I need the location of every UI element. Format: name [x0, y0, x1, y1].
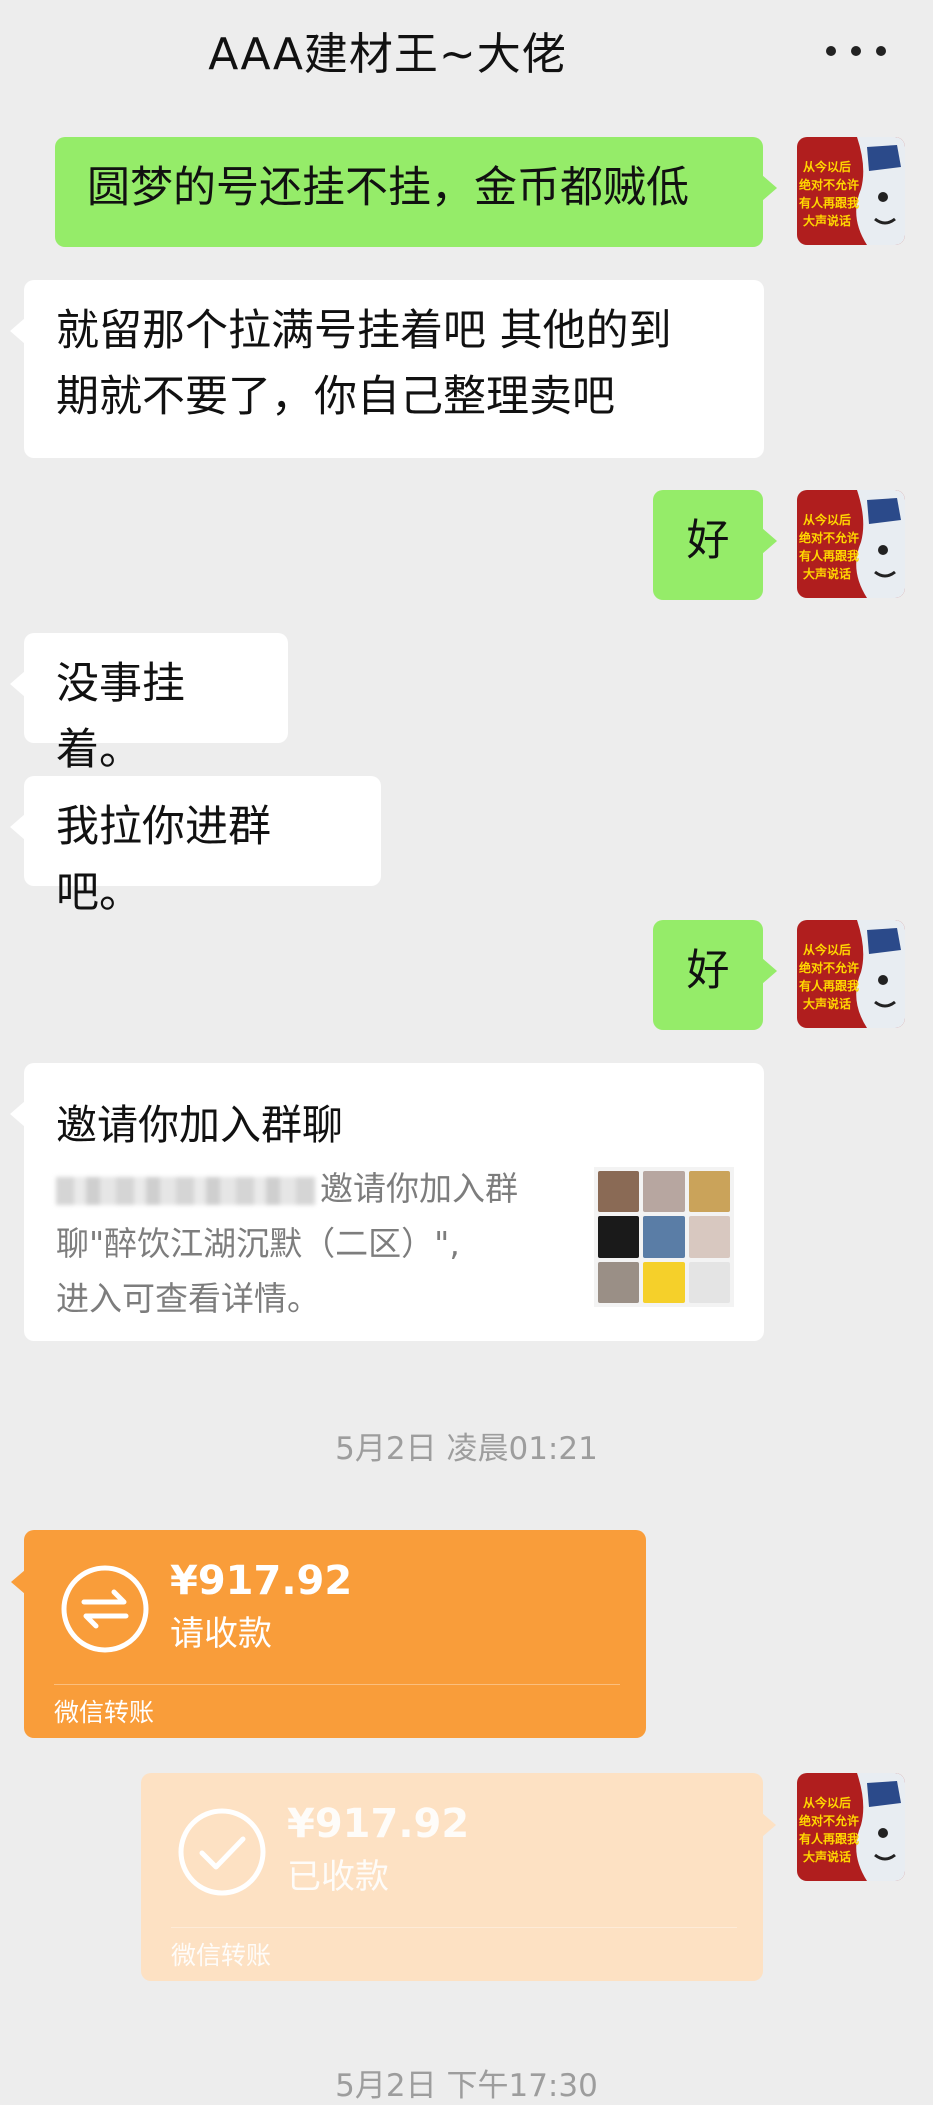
cartoon-avatar-icon: 从今以后 绝对不允许 有人再跟我 大声说话: [797, 490, 905, 598]
message-text: 圆梦的号还挂不挂，金币都贼低: [87, 163, 689, 213]
transfer-status: 请收款: [170, 1614, 272, 1654]
avatar-self[interactable]: 从今以后 绝对不允许 有人再跟我 大声说话: [797, 490, 905, 598]
transfer-status: 已收款: [287, 1857, 389, 1897]
transfer-arrows-icon: [61, 1565, 149, 1653]
timestamp: 5月2日 下午17:30: [335, 2068, 598, 2104]
avatar-caption-line: 绝对不允许: [799, 530, 859, 545]
divider: [54, 1684, 620, 1685]
chat-title: AAA建材王~大佬: [208, 29, 567, 80]
transfer-footer: 微信转账: [54, 1698, 155, 1727]
avatar-caption-line: 大声说话: [803, 566, 851, 581]
avatar-caption-line: 从今以后: [803, 512, 851, 527]
blurred-inviter-name: [56, 1176, 316, 1205]
avatar-caption-line: 从今以后: [803, 1795, 851, 1810]
avatar-caption-line: 从今以后: [803, 159, 851, 174]
message-bubble-received[interactable]: 我拉你进群吧。: [10, 776, 381, 918]
message-text: 好: [686, 516, 730, 566]
avatar-caption-line: 有人再跟我: [799, 978, 859, 993]
transfer-amount: ¥917.92: [287, 1801, 470, 1847]
message-bubble-received[interactable]: 就留那个拉满号挂着吧 其他的到 期就不要了，你自己整理卖吧: [10, 280, 764, 458]
message-text-line: 就留那个拉满号挂着吧 其他的到: [56, 306, 672, 356]
avatar-caption-line: 从今以后: [803, 942, 851, 957]
avatar-caption-line: 有人再跟我: [799, 548, 859, 563]
message-text: 好: [686, 946, 730, 996]
divider: [171, 1927, 737, 1928]
avatar-caption-line: 绝对不允许: [799, 1813, 859, 1828]
message-bubble-received[interactable]: 没事挂着。: [10, 633, 288, 775]
invite-title: 邀请你加入群聊: [56, 1101, 343, 1149]
avatar-self[interactable]: 从今以后 绝对不允许 有人再跟我 大声说话: [797, 137, 905, 245]
more-dots-icon[interactable]: [826, 44, 886, 58]
message-text: 我拉你进群吧。: [56, 802, 271, 918]
group-invite-card[interactable]: 邀请你加入群聊 邀请你加入群 聊"醉饮江湖沉默（二区）", 进入可查看详情。: [10, 1063, 764, 1341]
message-bubble-sent[interactable]: 好: [653, 490, 777, 600]
message-text-line: 期就不要了，你自己整理卖吧: [56, 372, 615, 422]
group-avatar-grid-icon: [594, 1167, 734, 1307]
cartoon-avatar-icon: 从今以后 绝对不允许 有人再跟我 大声说话: [797, 920, 905, 1028]
cartoon-avatar-icon: 从今以后 绝对不允许 有人再跟我 大声说话: [797, 137, 905, 245]
transfer-amount: ¥917.92: [170, 1558, 353, 1604]
transfer-card-received[interactable]: ¥917.92 已收款 微信转账: [141, 1773, 776, 1981]
avatar-caption-line: 大声说话: [803, 213, 851, 228]
avatar-self[interactable]: 从今以后 绝对不允许 有人再跟我 大声说话: [797, 920, 905, 1028]
avatar-caption-line: 有人再跟我: [799, 1831, 859, 1846]
checkmark-icon: [178, 1808, 266, 1896]
transfer-card-pending[interactable]: ¥917.92 请收款 微信转账: [11, 1530, 646, 1738]
avatar-caption-line: 大声说话: [803, 996, 851, 1011]
avatar-caption-line: 绝对不允许: [799, 960, 859, 975]
cartoon-avatar-icon: 从今以后 绝对不允许 有人再跟我 大声说话: [797, 1773, 905, 1881]
invite-description: 邀请你加入群 聊"醉饮江湖沉默（二区）", 进入可查看详情。: [56, 1169, 518, 1318]
avatar-caption-line: 大声说话: [803, 1849, 851, 1864]
avatar-self[interactable]: 从今以后 绝对不允许 有人再跟我 大声说话: [797, 1773, 905, 1881]
message-bubble-sent[interactable]: 圆梦的号还挂不挂，金币都贼低: [55, 137, 777, 247]
message-bubble-sent[interactable]: 好: [653, 920, 777, 1030]
avatar-caption-line: 有人再跟我: [799, 195, 859, 210]
timestamp: 5月2日 凌晨01:21: [335, 1431, 598, 1467]
avatar-caption-line: 绝对不允许: [799, 177, 859, 192]
message-text: 没事挂着。: [56, 659, 185, 775]
transfer-footer: 微信转账: [171, 1941, 272, 1970]
